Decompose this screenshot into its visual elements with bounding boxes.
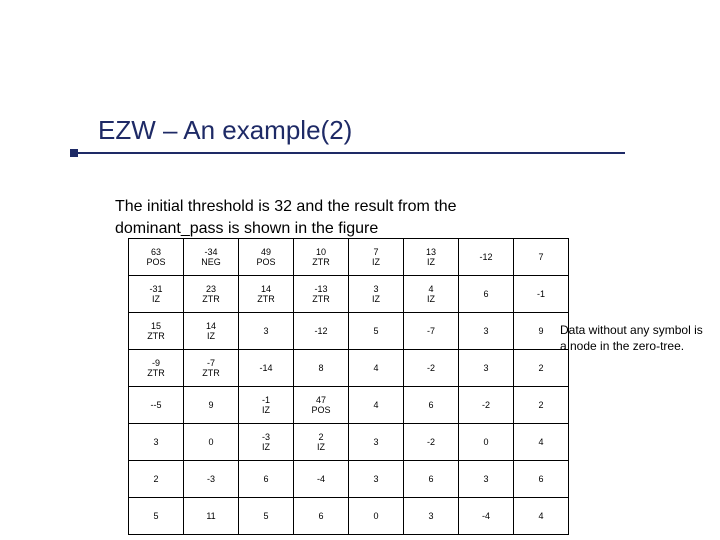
table-cell: 3 <box>349 461 404 498</box>
title-underline <box>70 152 625 154</box>
table-cell: -12 <box>294 313 349 350</box>
table-cell: 4IZ <box>404 276 459 313</box>
table-cell: 2 <box>129 461 184 498</box>
side-note: Data without any symbol is a node in the… <box>560 322 710 354</box>
table-cell: --5 <box>129 387 184 424</box>
table-cell: 11 <box>184 498 239 535</box>
table-cell: 3 <box>239 313 294 350</box>
table-row: 2-36-43636 <box>129 461 569 498</box>
table-cell: 7 <box>514 239 569 276</box>
table-row: 63POS-34NEG49POS10ZTR7IZ13IZ-127 <box>129 239 569 276</box>
table-cell: -14 <box>239 350 294 387</box>
table-cell: 7IZ <box>349 239 404 276</box>
table-cell: 3 <box>459 461 514 498</box>
square-bullet-icon <box>70 149 78 157</box>
table-cell: 9 <box>184 387 239 424</box>
table-cell: 0 <box>349 498 404 535</box>
table-cell: 63POS <box>129 239 184 276</box>
table-cell: 5 <box>129 498 184 535</box>
table-cell: 4 <box>514 424 569 461</box>
table-cell: 0 <box>184 424 239 461</box>
table-cell: -2 <box>459 387 514 424</box>
table-cell: 4 <box>514 498 569 535</box>
table-cell: -12 <box>459 239 514 276</box>
table-cell: -4 <box>459 498 514 535</box>
table-cell: 14IZ <box>184 313 239 350</box>
table-cell: -7 <box>404 313 459 350</box>
table-cell: 5 <box>349 313 404 350</box>
table-cell: -3 <box>184 461 239 498</box>
table-cell: 15ZTR <box>129 313 184 350</box>
table-cell: 6 <box>239 461 294 498</box>
table-cell: -7ZTR <box>184 350 239 387</box>
table-cell: -13ZTR <box>294 276 349 313</box>
ezw-table: 63POS-34NEG49POS10ZTR7IZ13IZ-127-31IZ23Z… <box>128 238 569 535</box>
table-cell: 3 <box>349 424 404 461</box>
table-cell: 6 <box>514 461 569 498</box>
table-cell: 3 <box>404 498 459 535</box>
table-row: -31IZ23ZTR14ZTR-13ZTR3IZ4IZ6-1 <box>129 276 569 313</box>
table-cell: -31IZ <box>129 276 184 313</box>
table-cell: 47POS <box>294 387 349 424</box>
table-cell: 6 <box>294 498 349 535</box>
table-cell: 5 <box>239 498 294 535</box>
title-block: EZW – An example(2) <box>70 115 680 154</box>
table-cell: 6 <box>404 461 459 498</box>
table-cell: -9ZTR <box>129 350 184 387</box>
table-row: -9ZTR-7ZTR-1484-232 <box>129 350 569 387</box>
table-cell: 14ZTR <box>239 276 294 313</box>
table-cell: 23ZTR <box>184 276 239 313</box>
table-row: --59-1IZ47POS46-22 <box>129 387 569 424</box>
intro-text: The initial threshold is 32 and the resu… <box>115 196 555 239</box>
table-cell: 2IZ <box>294 424 349 461</box>
table-cell: 13IZ <box>404 239 459 276</box>
table-cell: 49POS <box>239 239 294 276</box>
table-cell: 0 <box>459 424 514 461</box>
table-cell: 2 <box>514 350 569 387</box>
table-cell: 4 <box>349 387 404 424</box>
table-cell: -4 <box>294 461 349 498</box>
table-cell: 6 <box>459 276 514 313</box>
slide-title: EZW – An example(2) <box>98 115 680 146</box>
table-cell: -1IZ <box>239 387 294 424</box>
table-cell: -2 <box>404 424 459 461</box>
table-row: 15ZTR14IZ3-125-739 <box>129 313 569 350</box>
table-cell: 10ZTR <box>294 239 349 276</box>
table-cell: 2 <box>514 387 569 424</box>
table-cell: 3 <box>459 350 514 387</box>
table-row: 5115603-44 <box>129 498 569 535</box>
table-row: 30-3IZ2IZ3-204 <box>129 424 569 461</box>
table-cell: -34NEG <box>184 239 239 276</box>
table-cell: 3IZ <box>349 276 404 313</box>
table-cell: 4 <box>349 350 404 387</box>
table-cell: 6 <box>404 387 459 424</box>
table-cell: -1 <box>514 276 569 313</box>
table-cell: 8 <box>294 350 349 387</box>
table-cell: -3IZ <box>239 424 294 461</box>
table-cell: 3 <box>459 313 514 350</box>
table-cell: 3 <box>129 424 184 461</box>
table-cell: -2 <box>404 350 459 387</box>
